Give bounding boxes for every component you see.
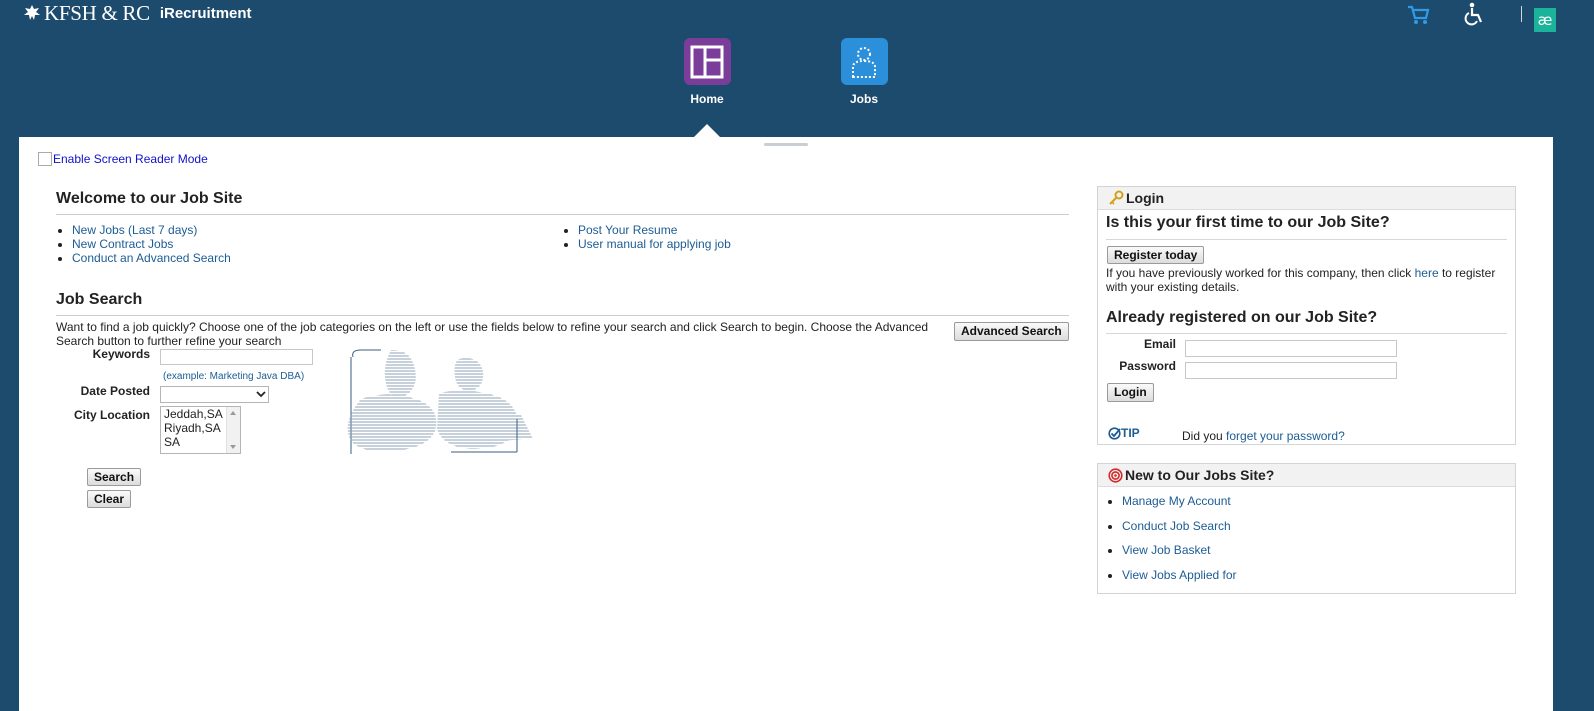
advanced-search-button[interactable]: Advanced Search	[954, 322, 1069, 341]
list-item: New Jobs (Last 7 days)	[72, 223, 231, 237]
previous-text-before: If you have previously worked for this c…	[1106, 266, 1415, 280]
register-today-button[interactable]: Register today	[1107, 246, 1205, 264]
accessibility-icon[interactable]	[1463, 2, 1485, 26]
list-item: Conduct an Advanced Search	[72, 251, 231, 265]
drag-handle[interactable]	[764, 143, 808, 146]
date-posted-label: Date Posted	[80, 384, 150, 398]
login-panel: Login Is this your first time to our Job…	[1097, 186, 1516, 445]
nav-active-indicator	[694, 124, 720, 137]
new-users-links: Manage My Account Conduct Job Search Vie…	[1106, 494, 1237, 592]
logo-text: KFSH & RC	[44, 0, 150, 25]
search-button[interactable]: Search	[87, 468, 142, 486]
previous-employee-text: If you have previously worked for this c…	[1106, 266, 1506, 294]
emblem-icon	[24, 5, 40, 20]
app-title: iRecruitment	[159, 4, 252, 22]
login-panel-header: Login	[1098, 187, 1515, 210]
screen-reader-link-label: Enable Screen Reader Mode	[53, 152, 208, 166]
nav-jobs-label: Jobs	[849, 92, 878, 106]
job-search-title: Job Search	[56, 291, 143, 308]
list-item: View Job Basket	[1122, 543, 1237, 557]
list-item: View Jobs Applied for	[1122, 568, 1237, 582]
welcome-title: Welcome to our Job Site	[56, 190, 243, 207]
scroll-down-icon[interactable]	[230, 445, 236, 449]
target-icon	[1108, 467, 1123, 483]
job-search-divider	[56, 315, 1069, 316]
listbox-scrollbar[interactable]	[226, 407, 240, 453]
forgot-password-text: Did you forget your password?	[1182, 429, 1482, 443]
keywords-hint: (example: Marketing Java DBA)	[163, 371, 305, 382]
list-item: Conduct Job Search	[1122, 519, 1237, 533]
shopping-cart-icon[interactable]	[1407, 4, 1431, 26]
clear-button[interactable]: Clear	[87, 490, 132, 508]
user-manual-link[interactable]: User manual for applying job	[578, 237, 731, 251]
screen-reader-mode-link[interactable]: Enable Screen Reader Mode	[38, 152, 208, 166]
nav-jobs-tile	[840, 38, 888, 85]
password-input[interactable]	[1185, 362, 1397, 379]
already-registered-divider	[1106, 333, 1507, 334]
forgot-password-link[interactable]: forget your password?	[1226, 429, 1345, 443]
tip: TIP	[1108, 426, 1140, 440]
keywords-label: Keywords	[92, 347, 150, 361]
tip-check-icon	[1108, 426, 1121, 440]
keywords-input[interactable]	[160, 349, 313, 365]
date-posted-select[interactable]	[160, 386, 269, 403]
key-icon	[1109, 190, 1124, 205]
tip-label: TIP	[1121, 426, 1140, 440]
new-contract-jobs-link[interactable]: New Contract Jobs	[72, 237, 173, 251]
already-registered-title: Already registered on our Job Site?	[1106, 309, 1378, 326]
password-label: Password	[1119, 359, 1176, 373]
nav-jobs[interactable]: Jobs	[829, 38, 899, 106]
view-jobs-applied-link[interactable]: View Jobs Applied for	[1122, 568, 1237, 582]
header-divider	[1521, 6, 1522, 22]
list-item: Post Your Resume	[578, 223, 731, 237]
nav-home-tile	[683, 38, 731, 85]
email-input[interactable]	[1185, 340, 1397, 357]
chevron-down-icon	[256, 391, 266, 398]
login-button[interactable]: Login	[1107, 383, 1154, 402]
list-item: User manual for applying job	[578, 237, 731, 251]
new-users-panel: New to Our Jobs Site? Manage My Account …	[1097, 463, 1516, 594]
welcome-links-right: Post Your Resume User manual for applyin…	[562, 223, 731, 251]
job-search-illustration	[347, 349, 533, 454]
login-panel-title: Login	[1126, 190, 1165, 206]
main-content: Enable Screen Reader Mode Welcome to our…	[19, 137, 1553, 711]
register-here-link[interactable]: here	[1415, 266, 1439, 280]
user-avatar[interactable]: æ	[1534, 8, 1556, 32]
site-logo[interactable]: KFSH & RC iRecruitment	[22, 0, 252, 26]
new-jobs-link[interactable]: New Jobs (Last 7 days)	[72, 223, 197, 237]
welcome-links-left: New Jobs (Last 7 days) New Contract Jobs…	[56, 223, 231, 265]
list-item: Manage My Account	[1122, 494, 1237, 508]
new-users-panel-title: New to Our Jobs Site?	[1125, 467, 1275, 483]
city-location-label: City Location	[73, 408, 150, 422]
conduct-job-search-link[interactable]: Conduct Job Search	[1122, 519, 1231, 533]
email-label: Email	[1143, 337, 1176, 351]
first-time-divider	[1106, 239, 1507, 240]
advanced-search-link[interactable]: Conduct an Advanced Search	[72, 251, 231, 265]
screen-reader-image-icon	[38, 152, 52, 166]
dashboard-icon	[690, 45, 724, 78]
post-resume-link[interactable]: Post Your Resume	[578, 223, 677, 237]
list-item: New Contract Jobs	[72, 237, 231, 251]
view-job-basket-link[interactable]: View Job Basket	[1122, 543, 1211, 557]
manage-account-link[interactable]: Manage My Account	[1122, 494, 1231, 508]
scroll-up-icon[interactable]	[230, 411, 236, 415]
forgot-text: Did you	[1182, 429, 1227, 443]
new-users-panel-header: New to Our Jobs Site?	[1098, 464, 1515, 487]
job-search-description: Want to find a job quickly? Choose one o…	[56, 320, 929, 348]
city-location-listbox[interactable]: Jeddah,SA Riyadh,SA SA	[160, 406, 241, 454]
nav-home[interactable]: Home	[672, 38, 742, 106]
person-icon	[852, 46, 876, 78]
first-time-title: Is this your first time to our Job Site?	[1106, 214, 1390, 231]
nav-home-label: Home	[690, 92, 724, 106]
welcome-divider	[56, 214, 1069, 215]
